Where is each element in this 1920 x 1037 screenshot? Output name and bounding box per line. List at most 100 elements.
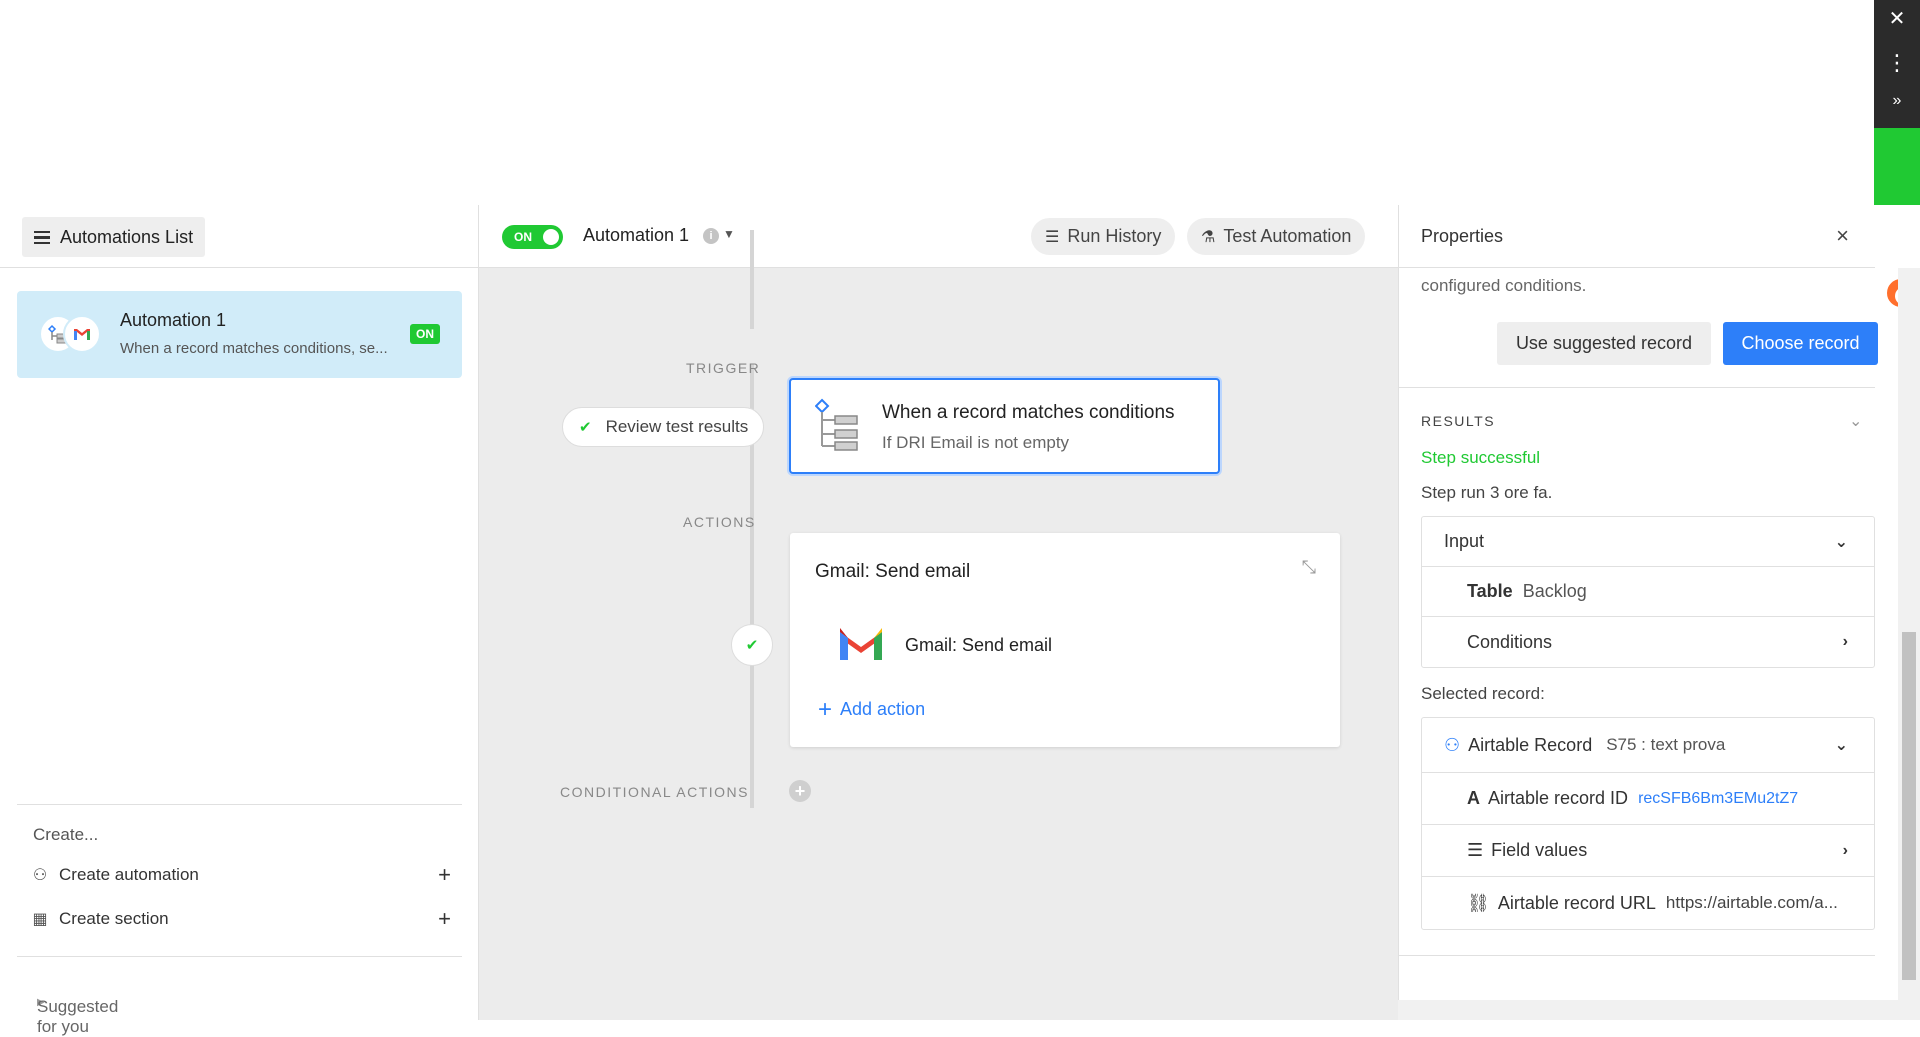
record-url-value[interactable]: https://airtable.com/a... — [1666, 893, 1838, 913]
actions-section-label: ACTIONS — [683, 514, 756, 530]
chevron-down-icon[interactable]: ▼ — [723, 227, 735, 241]
trigger-subtitle: If DRI Email is not empty — [882, 433, 1070, 452]
text-field-icon: A — [1467, 788, 1480, 808]
create-automation-label: Create automation — [59, 865, 199, 884]
extension-green-block — [1874, 128, 1920, 310]
create-section-label: Create section — [59, 909, 169, 928]
automation-description: When a record matches conditions, se... — [120, 340, 388, 357]
use-suggested-record-button[interactable]: Use suggested record — [1497, 322, 1711, 365]
gmail-icon — [840, 628, 882, 660]
flow-line — [750, 230, 754, 329]
close-icon[interactable]: × — [1836, 223, 1849, 249]
collapse-icon[interactable]: ⤡ — [1302, 557, 1316, 578]
run-history-button[interactable]: ☰ Run History — [1031, 218, 1176, 255]
test-automation-button[interactable]: ⚗ Test Automation — [1187, 218, 1366, 255]
link-icon: ⛓ — [1467, 892, 1490, 913]
list-icon: ☰ — [1045, 228, 1060, 246]
trigger-card[interactable]: When a record matches conditions If DRI … — [789, 378, 1220, 474]
create-automation-button[interactable]: ⚇ Create automation + — [31, 861, 451, 889]
toggle-knob — [543, 229, 559, 245]
table-value: Backlog — [1522, 581, 1587, 601]
automation-on-toggle[interactable]: ON — [502, 225, 563, 249]
plus-icon: + — [438, 862, 451, 887]
sidebar-header: Automations List — [0, 205, 479, 268]
automations-list-button[interactable]: Automations List — [22, 217, 206, 257]
record-id-key: Airtable record ID — [1488, 788, 1629, 808]
action-card[interactable]: Gmail: Send email ⤡ Gmail: Send email + … — [790, 533, 1340, 747]
suggested-text: Suggested for you — [37, 997, 119, 1036]
automation-list-item[interactable]: Automation 1 When a record matches condi… — [17, 291, 462, 378]
automations-list-label: Automations List — [60, 226, 194, 247]
trigger-section-label: TRIGGER — [686, 360, 761, 376]
horizontal-scrollbar[interactable] — [1398, 1000, 1898, 1020]
add-action-button[interactable]: + Add action — [818, 695, 926, 723]
extension-rail: ✕ ⋮ » — [1874, 0, 1920, 310]
gmail-icon — [63, 315, 101, 353]
list-icon: ☰ — [1467, 840, 1484, 860]
selected-record-label: Selected record: — [1421, 684, 1545, 703]
automation-icons — [39, 315, 101, 355]
airtable-record-label: Airtable Record — [1468, 734, 1593, 755]
record-id-row: A Airtable record ID recSFB6Bm3EMu2tZ7 — [1422, 773, 1874, 825]
record-box: ⚇ Airtable Record S75 : text prova ⌄ A A… — [1421, 717, 1875, 930]
create-section-button[interactable]: ▦ Create section + — [31, 905, 451, 933]
add-conditional-action-icon[interactable]: + — [789, 780, 811, 802]
action-title: Gmail: Send email — [815, 561, 971, 582]
flask-icon: ⚗ — [1201, 228, 1216, 246]
chevron-right-icon: › — [1842, 633, 1848, 650]
step-run-time: Step run 3 ore fa. — [1421, 483, 1553, 502]
create-area: Create... ⚇ Create automation + ▦ Create… — [17, 804, 462, 931]
field-values-label: Field values — [1491, 840, 1588, 860]
divider — [1399, 955, 1875, 956]
chevron-down-icon[interactable]: ⌄ — [1849, 411, 1862, 431]
expand-icon[interactable]: » — [1874, 92, 1920, 110]
trigger-title: When a record matches conditions — [882, 402, 1175, 423]
check-icon: ✔ — [579, 419, 592, 436]
choose-record-button[interactable]: Choose record — [1723, 322, 1878, 365]
conditions-note: configured conditions. — [1421, 276, 1587, 295]
chevron-right-icon: › — [1842, 841, 1848, 859]
canvas-header: ON Automation 1 i ▼ ☰ Run History ⚗ Test… — [479, 205, 1398, 268]
test-automation-label: Test Automation — [1223, 226, 1352, 246]
action-status-check: ✔ — [731, 624, 773, 666]
review-label: Review test results — [605, 417, 749, 436]
plus-icon: + — [818, 695, 833, 723]
table-row: Table Backlog — [1422, 567, 1874, 617]
automations-sidebar: Automations List Automation 1 When a rec… — [0, 205, 479, 1036]
automation-tree-icon: ⚇ — [32, 867, 48, 884]
automation-title[interactable]: Automation 1 — [583, 225, 689, 246]
close-icon[interactable]: ✕ — [1874, 6, 1920, 31]
step-status: Step successful — [1421, 448, 1541, 467]
conditions-label: Conditions — [1467, 631, 1553, 652]
more-icon[interactable]: ⋮ — [1874, 50, 1920, 76]
grid-icon: ▦ — [32, 911, 48, 928]
input-header[interactable]: Input ⌄ — [1422, 517, 1874, 567]
record-name: S75 : text prova — [1606, 735, 1726, 754]
toggle-label: ON — [514, 230, 532, 244]
properties-panel: Properties × configured conditions. Use … — [1398, 205, 1878, 1020]
menu-icon — [34, 230, 50, 244]
trigger-icon — [815, 398, 858, 451]
record-url-key: Airtable record URL — [1497, 892, 1656, 913]
chevron-down-icon: ⌄ — [1834, 533, 1848, 551]
add-action-label: Add action — [840, 699, 926, 719]
conditions-row[interactable]: Conditions › — [1422, 617, 1874, 667]
check-icon: ✔ — [745, 637, 759, 654]
create-label: Create... — [33, 825, 99, 844]
input-label: Input — [1444, 531, 1485, 551]
suggested-toggle[interactable]: ▶ Suggested for you — [17, 956, 462, 1036]
chevron-down-icon: ⌄ — [1834, 737, 1848, 754]
table-key: Table — [1467, 581, 1513, 601]
record-id-link[interactable]: recSFB6Bm3EMu2tZ7 — [1638, 790, 1798, 808]
scrollbar-thumb[interactable] — [1902, 632, 1916, 980]
field-values-row[interactable]: ☰ Field values › — [1422, 825, 1874, 877]
divider — [1399, 387, 1875, 388]
info-icon[interactable]: i — [703, 228, 719, 244]
properties-title: Properties — [1421, 226, 1504, 246]
airtable-record-header[interactable]: ⚇ Airtable Record S75 : text prova ⌄ — [1422, 718, 1874, 773]
action-row-label: Gmail: Send email — [905, 635, 1053, 655]
properties-header: Properties × — [1399, 205, 1875, 268]
status-badge: ON — [410, 324, 440, 344]
review-test-results-button[interactable]: ✔ Review test results — [562, 407, 765, 447]
page-top-blank — [0, 0, 1920, 205]
